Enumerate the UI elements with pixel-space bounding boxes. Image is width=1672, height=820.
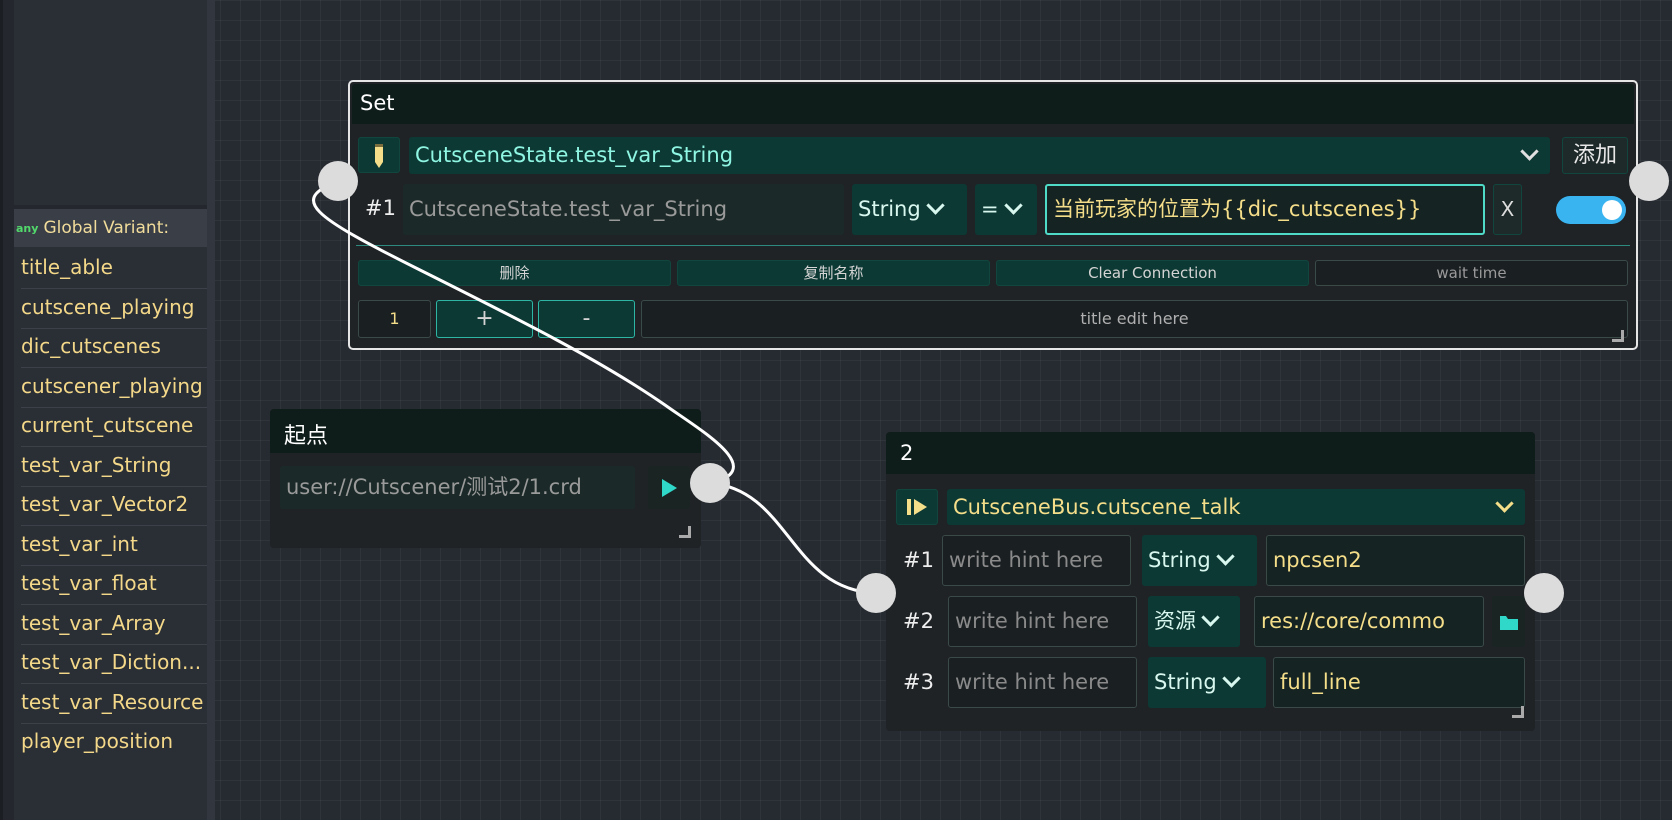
counter-field[interactable]: 1 — [358, 300, 431, 338]
variant-item[interactable]: test_var_Resource — [21, 682, 207, 724]
side-panel-upper-area — [14, 0, 215, 205]
chevron-down-icon — [1003, 196, 1023, 215]
value-input[interactable]: npcsen2 — [1266, 535, 1525, 586]
skip-forward-icon — [907, 499, 927, 515]
variant-item[interactable]: cutscener_playing — [21, 366, 207, 408]
global-variant-list: title_able cutscene_playing dic_cutscene… — [14, 247, 207, 820]
type-select-value: 资源 — [1154, 609, 1196, 633]
wait-time-input[interactable]: wait time — [1315, 260, 1628, 286]
toggle-knob — [1602, 200, 1622, 220]
value-input[interactable]: 当前玩家的位置为{{dic_cutscenes}} — [1045, 184, 1485, 235]
chevron-down-icon — [1201, 608, 1220, 627]
type-select[interactable]: String — [852, 184, 967, 235]
talk-node-title: 2 — [900, 441, 914, 465]
signal-select-value: CutsceneBus.cutscene_talk — [953, 495, 1241, 519]
type-select-value: String — [1154, 670, 1217, 694]
play-button[interactable] — [648, 466, 690, 509]
folder-icon — [1499, 616, 1518, 630]
divider — [356, 245, 1630, 246]
set-node-title: Set — [360, 91, 395, 115]
start-node-title: 起点 — [284, 424, 329, 449]
add-button[interactable]: 添加 — [1562, 137, 1628, 174]
talk-node-titlebar[interactable]: 2 — [886, 432, 1535, 474]
play-icon — [662, 479, 677, 497]
type-select-value: String — [858, 197, 921, 221]
hint-input[interactable]: write hint here — [948, 657, 1137, 708]
variant-item[interactable]: test_var_int — [21, 524, 207, 566]
type-select[interactable]: 资源 — [1148, 596, 1240, 647]
variable-select-value: CutsceneState.test_var_String — [415, 143, 734, 167]
global-variant-title: Global Variant: — [43, 218, 170, 238]
pencil-icon-button[interactable] — [358, 137, 400, 173]
set-output-port[interactable] — [1629, 161, 1669, 201]
resource-path-input[interactable]: res://core/commo — [1254, 596, 1484, 647]
side-panel-scrollbar[interactable] — [207, 0, 215, 820]
chevron-down-icon — [1490, 489, 1514, 525]
any-badge: any — [16, 221, 39, 235]
chevron-down-icon — [1221, 669, 1241, 688]
variant-item[interactable]: test_var_Array — [21, 603, 207, 645]
title-edit-field[interactable]: title edit here — [641, 300, 1628, 338]
remove-row-button[interactable]: X — [1493, 184, 1522, 235]
talk-input-port[interactable] — [856, 573, 896, 613]
signal-icon-button[interactable] — [896, 489, 938, 525]
copy-name-button[interactable]: 复制名称 — [677, 260, 990, 286]
minus-button[interactable]: - — [538, 300, 635, 338]
row-index: #1 — [365, 196, 396, 220]
start-output-port[interactable] — [690, 463, 730, 503]
type-select[interactable]: String — [1148, 657, 1266, 708]
variant-item[interactable]: title_able — [21, 247, 207, 289]
hint-input[interactable]: write hint here — [942, 535, 1131, 586]
value-input[interactable]: full_line — [1273, 657, 1525, 708]
row-index: #3 — [903, 670, 934, 694]
variant-item[interactable]: test_var_String — [21, 445, 207, 487]
browse-file-button[interactable] — [1492, 596, 1525, 647]
variant-item[interactable]: test_var_float — [21, 563, 207, 605]
chevron-down-icon — [1515, 137, 1539, 174]
variant-item[interactable]: test_var_Vector2 — [21, 484, 207, 526]
chevron-down-icon — [1215, 547, 1235, 566]
variant-item[interactable]: player_position — [21, 721, 207, 762]
chevron-down-icon — [925, 196, 945, 215]
resize-handle[interactable] — [1512, 706, 1524, 718]
variable-select[interactable]: CutsceneState.test_var_String — [409, 137, 1550, 174]
row-index: #2 — [903, 609, 934, 633]
type-select[interactable]: String — [1142, 535, 1257, 586]
variant-item[interactable]: test_var_Diction... — [21, 642, 207, 684]
enable-toggle[interactable] — [1556, 196, 1626, 224]
pencil-icon — [375, 144, 383, 168]
set-input-port[interactable] — [318, 161, 358, 201]
clear-connection-button[interactable]: Clear Connection — [996, 260, 1309, 286]
signal-select[interactable]: CutsceneBus.cutscene_talk — [947, 489, 1525, 525]
type-select-value: String — [1148, 548, 1211, 572]
variant-item[interactable]: cutscene_playing — [21, 287, 207, 329]
variant-item[interactable]: current_cutscene — [21, 405, 207, 447]
operator-select[interactable]: = — [975, 184, 1037, 235]
set-node-titlebar[interactable]: Set — [352, 84, 1634, 124]
operator-select-value: = — [981, 197, 999, 221]
hint-input[interactable]: write hint here — [948, 596, 1137, 647]
resize-handle[interactable] — [679, 526, 691, 538]
plus-button[interactable]: + — [436, 300, 533, 338]
variable-name-field[interactable]: CutsceneState.test_var_String — [403, 184, 844, 235]
resize-handle[interactable] — [1612, 330, 1624, 342]
talk-output-port[interactable] — [1524, 573, 1564, 613]
start-path-field[interactable]: user://Cutscener/测试2/1.crd — [280, 466, 635, 509]
start-node-titlebar[interactable]: 起点 — [270, 409, 701, 453]
row-index: #1 — [903, 548, 934, 572]
global-variant-header: any Global Variant: — [14, 209, 215, 247]
wire-start-to-talk[interactable] — [709, 481, 877, 595]
delete-button[interactable]: 删除 — [358, 260, 671, 286]
variant-item[interactable]: dic_cutscenes — [21, 326, 207, 368]
